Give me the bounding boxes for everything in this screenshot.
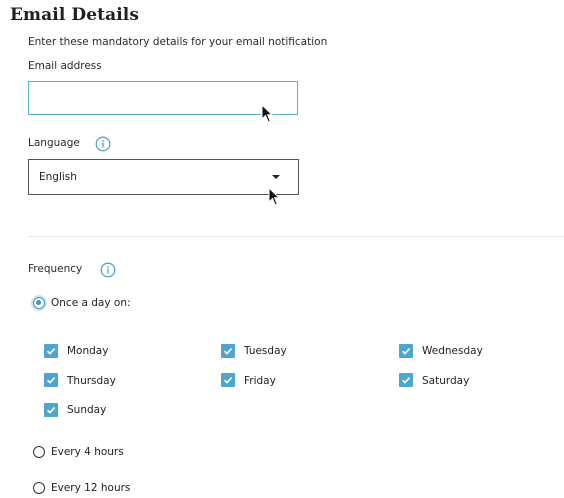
page-title: Email Details: [10, 5, 140, 25]
checkmark-icon: [401, 348, 411, 355]
checkmark-icon: [401, 377, 411, 384]
language-select[interactable]: English: [28, 159, 299, 195]
checkbox-monday[interactable]: [44, 344, 58, 358]
day-label: Friday: [244, 375, 276, 387]
checkbox-friday[interactable]: [221, 373, 235, 387]
checkmark-icon: [46, 407, 56, 414]
checkbox-tuesday[interactable]: [221, 344, 235, 358]
radio-every-4-hours[interactable]: [33, 446, 45, 458]
radio-label: Once a day on:: [51, 297, 131, 309]
day-label: Wednesday: [422, 345, 483, 357]
language-label: Language: [28, 137, 80, 149]
radio-label: Every 12 hours: [51, 482, 131, 494]
chevron-down-icon: [272, 175, 280, 179]
checkmark-icon: [46, 377, 56, 384]
page-subtitle: Enter these mandatory details for your e…: [28, 36, 328, 48]
info-icon[interactable]: [95, 136, 111, 152]
checkbox-sunday[interactable]: [44, 403, 58, 417]
day-label: Monday: [67, 345, 109, 357]
checkmark-icon: [46, 348, 56, 355]
info-icon[interactable]: [100, 262, 116, 278]
frequency-label: Frequency: [28, 263, 83, 275]
email-field[interactable]: [28, 81, 298, 115]
day-label: Tuesday: [244, 345, 287, 357]
day-label: Thursday: [67, 375, 116, 387]
email-label: Email address: [28, 60, 102, 72]
checkmark-icon: [223, 377, 233, 384]
checkbox-wednesday[interactable]: [399, 344, 413, 358]
radio-every-12-hours[interactable]: [33, 482, 45, 494]
day-label: Saturday: [422, 375, 470, 387]
divider: [28, 236, 564, 237]
mouse-pointer-icon: [268, 186, 281, 211]
language-selected-value: English: [39, 171, 77, 183]
radio-label: Every 4 hours: [51, 446, 124, 458]
radio-once-a-day[interactable]: [33, 297, 45, 309]
mouse-pointer-icon: [261, 103, 274, 128]
checkmark-icon: [223, 348, 233, 355]
checkbox-saturday[interactable]: [399, 373, 413, 387]
day-label: Sunday: [67, 404, 107, 416]
checkbox-thursday[interactable]: [44, 373, 58, 387]
